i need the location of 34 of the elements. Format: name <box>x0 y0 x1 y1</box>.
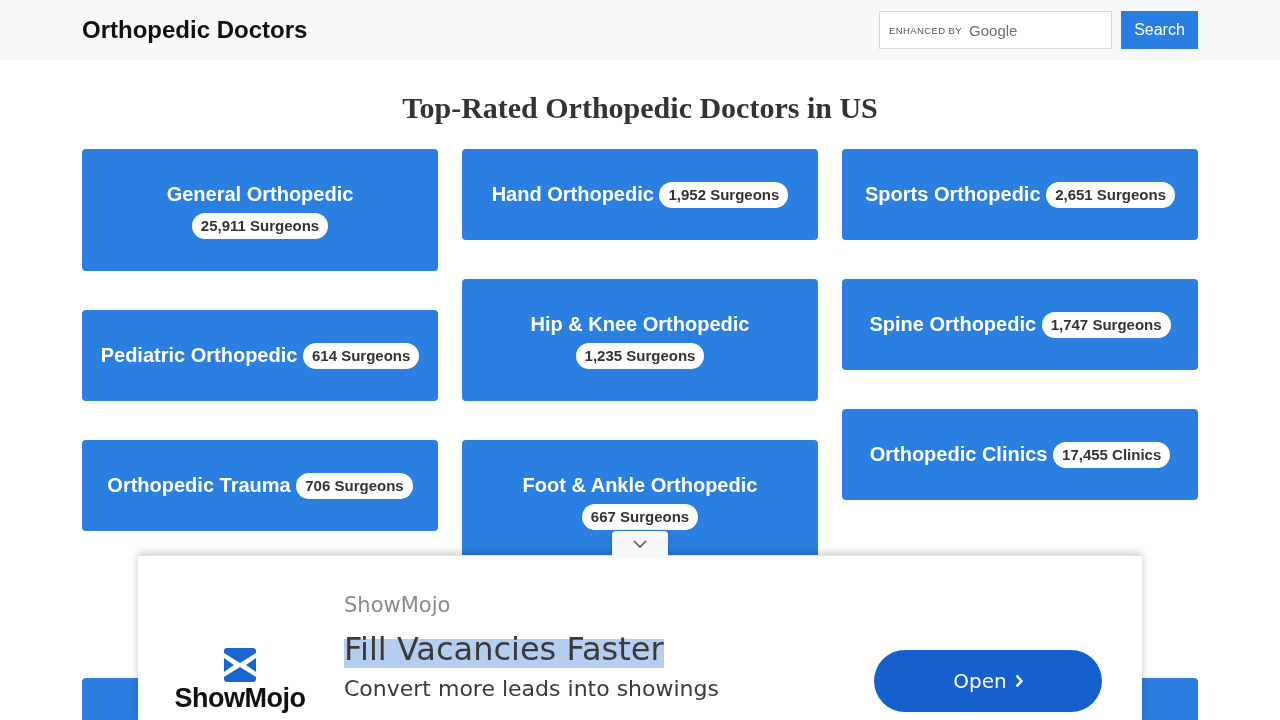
count-badge: 17,455 Clinics <box>1053 442 1171 468</box>
count-badge: 614 Surgeons <box>302 343 420 369</box>
category-card[interactable]: Sports Orthopedic 2,651 Surgeons <box>842 149 1198 240</box>
logo-icon <box>224 648 256 682</box>
count-badge: 2,651 Surgeons <box>1046 182 1175 208</box>
category-card[interactable] <box>82 678 138 720</box>
category-card[interactable]: Pediatric Orthopedic 614 Surgeons <box>82 310 438 401</box>
category-card[interactable]: General Orthopedic 25,911 Surgeons <box>82 149 438 271</box>
count-badge: 667 Surgeons <box>581 504 699 530</box>
category-card[interactable]: Hand Orthopedic 1,952 Surgeons <box>462 149 818 240</box>
category-card[interactable]: Spine Orthopedic 1,747 Surgeons <box>842 279 1198 370</box>
chevron-down-icon <box>633 539 647 548</box>
chevron-right-icon <box>1014 674 1023 688</box>
branding-wordmark: Google <box>969 21 1018 39</box>
count-badge: 1,952 Surgeons <box>659 182 789 208</box>
count-badge: 25,911 Surgeons <box>191 213 329 239</box>
category-card[interactable]: Orthopedic Clinics 17,455 Clinics <box>842 409 1198 500</box>
category-card[interactable]: Orthopedic Trauma 706 Surgeons <box>82 440 438 531</box>
collapse-ad-button[interactable] <box>612 531 668 556</box>
ad-advertiser: ShowMojo <box>344 592 451 618</box>
category-card[interactable] <box>1142 678 1198 720</box>
count-badge: 1,235 Surgeons <box>575 343 705 369</box>
count-badge: 1,747 Surgeons <box>1041 312 1171 338</box>
search-field[interactable]: ENHANCED BY Google <box>879 11 1112 49</box>
open-button[interactable]: Open <box>874 650 1102 712</box>
site-title: Orthopedic Doctors <box>82 16 308 44</box>
search-button[interactable]: Search <box>1121 11 1198 49</box>
count-badge: 706 Surgeons <box>296 473 413 499</box>
page-heading: Top-Rated Orthopedic Doctors in US <box>402 90 878 126</box>
enhanced-by-label: ENHANCED BY <box>889 24 963 36</box>
category-card[interactable]: Foot & Ankle Orthopedic 667 Surgeons <box>462 440 818 555</box>
category-card[interactable]: Hip & Knee Orthopedic 1,235 Surgeons <box>462 279 818 401</box>
ad-description: Convert more leads into showings <box>344 675 719 703</box>
logo-wordmark: ShowMojo <box>174 683 306 713</box>
